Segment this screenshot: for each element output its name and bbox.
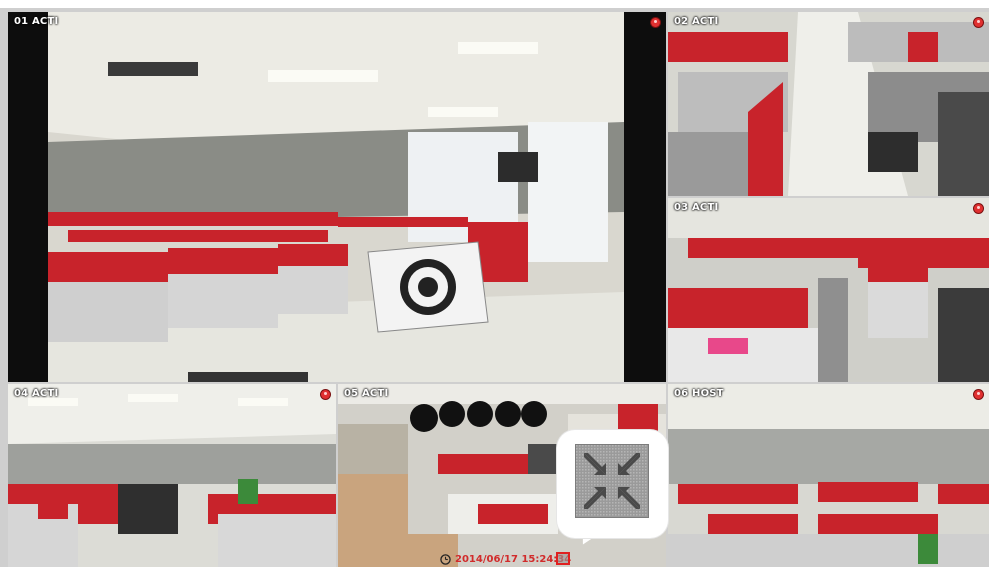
- fit-screen-icon: [575, 444, 649, 518]
- recording-dot-icon: [974, 390, 983, 399]
- camera-tile-02[interactable]: 02 ACTI: [668, 12, 989, 196]
- clock-icon: [440, 554, 451, 565]
- camera-feed-02: [668, 12, 989, 196]
- camera-tile-06[interactable]: 06 HOST: [668, 384, 989, 567]
- fit-screen-button-highlight[interactable]: [556, 552, 570, 565]
- camera-tile-01[interactable]: 01 ACTI: [8, 12, 666, 382]
- camera-label-02: 02 ACTI: [674, 16, 719, 27]
- camera-feed-03: [668, 198, 989, 382]
- recording-dot-icon: [974, 18, 983, 27]
- camera-label-04: 04 ACTI: [14, 388, 59, 399]
- recording-dot-icon: [974, 204, 983, 213]
- camera-grid: 01 ACTI 02 ACTI 03 ACTI 04 ACTI 05 ACTI …: [0, 8, 989, 567]
- camera-feed-04: [8, 384, 336, 567]
- camera-feed-01: [8, 12, 666, 382]
- timestamp-text: 2014/06/17 15:24:34: [455, 554, 572, 565]
- camera-tile-03[interactable]: 03 ACTI: [668, 198, 989, 382]
- recording-dot-icon: [651, 18, 660, 27]
- camera-label-05: 05 ACTI: [344, 388, 389, 399]
- playback-timestamp: 2014/06/17 15:24:34: [440, 552, 571, 567]
- camera-tile-04[interactable]: 04 ACTI: [8, 384, 336, 567]
- camera-label-01: 01 ACTI: [14, 16, 59, 27]
- camera-feed-06: [668, 384, 989, 567]
- camera-label-06: 06 HOST: [674, 388, 724, 399]
- camera-label-03: 03 ACTI: [674, 202, 719, 213]
- recording-dot-icon: [321, 390, 330, 399]
